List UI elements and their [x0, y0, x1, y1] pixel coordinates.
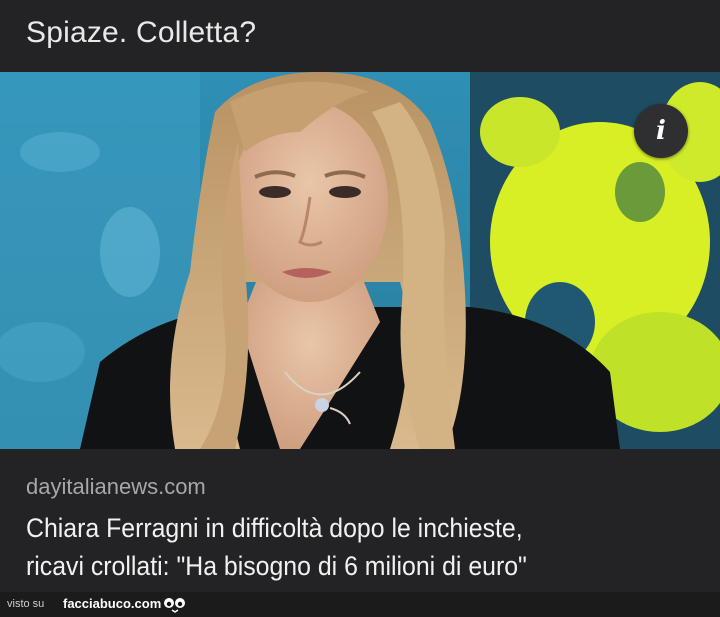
- headline-line-1: Chiara Ferragni in difficoltà dopo le in…: [26, 513, 523, 543]
- watermark-bar: visto su facciabuco.com: [0, 592, 720, 617]
- headline-line-2: ricavi crollati: "Ha bisogno di 6 milion…: [26, 551, 527, 581]
- source-domain: dayitalianews.com: [26, 474, 206, 499]
- watermark-visto-label: visto su: [7, 598, 45, 610]
- link-preview-card[interactable]: dayitalianews.com Chiara Ferragni in dif…: [0, 449, 720, 592]
- watermark-brand: facciabuco.com: [63, 596, 162, 611]
- post-header: Spiaze. Colletta?: [0, 0, 720, 72]
- googly-eyes-icon: [164, 598, 185, 613]
- info-button[interactable]: i: [634, 104, 688, 158]
- article-image[interactable]: [0, 72, 720, 449]
- post-title: Spiaze. Colletta?: [26, 16, 257, 49]
- info-icon: i: [656, 116, 666, 146]
- article-headline[interactable]: Chiara Ferragni in difficoltà dopo le in…: [26, 509, 652, 585]
- photo-illustration: [0, 72, 720, 449]
